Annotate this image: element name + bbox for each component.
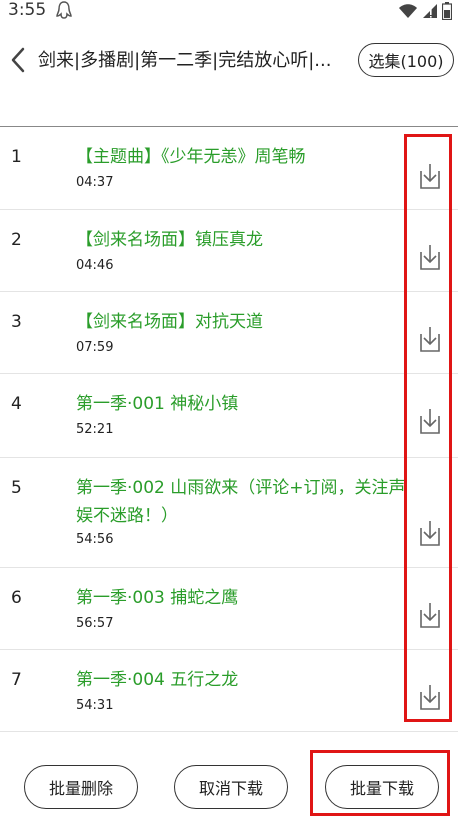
episode-number: 1 bbox=[11, 147, 22, 167]
cancel-download-button[interactable]: 取消下载 bbox=[174, 765, 288, 809]
batch-delete-button[interactable]: 批量删除 bbox=[24, 765, 138, 809]
back-button[interactable] bbox=[4, 44, 32, 76]
episode-title: 第一季·003 捕蛇之鹰 bbox=[76, 588, 239, 608]
episode-number: 5 bbox=[11, 478, 22, 498]
episode-duration: 04:37 bbox=[76, 175, 114, 190]
episode-number: 6 bbox=[11, 588, 22, 608]
batch-download-button[interactable]: 批量下载 bbox=[325, 765, 439, 809]
app-header: 剑来|多播剧|第一二季|完结放心听|... 选集(100) bbox=[0, 36, 458, 84]
episode-number: 7 bbox=[11, 670, 22, 690]
episode-list: 1 【主题曲】《少年无恙》周笔畅 04:37 2 【剑来名场面】镇压真龙 04:… bbox=[0, 127, 458, 732]
select-episodes-button[interactable]: 选集(100) bbox=[358, 43, 454, 77]
list-item[interactable]: 4 第一季·001 神秘小镇 52:21 bbox=[0, 374, 458, 458]
episode-number: 4 bbox=[11, 394, 22, 414]
chevron-left-icon bbox=[11, 47, 25, 73]
episode-title: 第一季·001 神秘小镇 bbox=[76, 394, 239, 414]
status-time: 3:55 bbox=[8, 0, 47, 20]
episode-duration: 56:57 bbox=[76, 616, 114, 631]
list-item[interactable]: 7 第一季·004 五行之龙 54:31 bbox=[0, 650, 458, 732]
episode-title: 【剑来名场面】对抗天道 bbox=[76, 312, 263, 332]
signal-icon bbox=[422, 3, 438, 23]
episode-duration: 04:46 bbox=[76, 258, 114, 273]
penguin-icon bbox=[54, 0, 76, 22]
status-bar: 3:55 bbox=[0, 0, 458, 24]
list-item[interactable]: 5 第一季·002 山雨欲来（评论+订阅，关注声娱不迷路！） 54:56 bbox=[0, 458, 458, 568]
episode-duration: 52:21 bbox=[76, 422, 114, 437]
episode-number: 2 bbox=[11, 230, 22, 250]
episode-title: 【剑来名场面】镇压真龙 bbox=[76, 230, 263, 250]
episode-duration: 54:56 bbox=[76, 532, 114, 547]
list-item[interactable]: 3 【剑来名场面】对抗天道 07:59 bbox=[0, 292, 458, 374]
wifi-icon bbox=[398, 3, 418, 23]
page-title: 剑来|多播剧|第一二季|完结放心听|... bbox=[38, 50, 332, 71]
episode-title: 【主题曲】《少年无恙》周笔畅 bbox=[76, 147, 306, 167]
list-item[interactable]: 6 第一季·003 捕蛇之鹰 56:57 bbox=[0, 568, 458, 650]
list-item[interactable]: 1 【主题曲】《少年无恙》周笔畅 04:37 bbox=[0, 127, 458, 210]
episode-duration: 07:59 bbox=[76, 340, 114, 355]
battery-icon bbox=[441, 2, 453, 24]
episode-duration: 54:31 bbox=[76, 698, 114, 713]
list-item[interactable]: 2 【剑来名场面】镇压真龙 04:46 bbox=[0, 210, 458, 292]
episode-title: 第一季·002 山雨欲来（评论+订阅，关注声娱不迷路！） bbox=[76, 478, 406, 526]
highlight-box bbox=[404, 134, 452, 722]
episode-number: 3 bbox=[11, 312, 22, 332]
episode-title: 第一季·004 五行之龙 bbox=[76, 670, 239, 690]
